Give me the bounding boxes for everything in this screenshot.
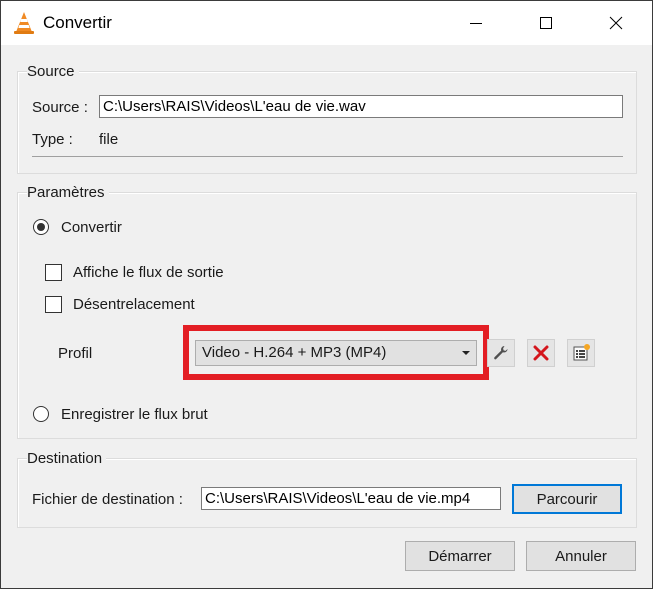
convert-radio-label[interactable]: Convertir: [61, 219, 122, 236]
destination-group-title: Destination: [27, 450, 107, 467]
source-group: [17, 71, 637, 174]
dropdown-arrow-icon: [462, 351, 470, 355]
window-title: Convertir: [43, 13, 112, 32]
source-input[interactable]: [99, 95, 623, 118]
show-output-checkbox[interactable]: [45, 264, 62, 281]
source-separator: [32, 156, 623, 157]
source-group-title: Source: [27, 63, 79, 80]
start-button[interactable]: Démarrer: [405, 541, 515, 571]
delete-profile-button[interactable]: [527, 339, 555, 367]
deinterlace-checkbox[interactable]: [45, 296, 62, 313]
maximize-button[interactable]: [523, 1, 569, 45]
vlc-cone-icon: [13, 11, 35, 35]
raw-dump-radio-label[interactable]: Enregistrer le flux brut: [61, 406, 208, 423]
red-x-icon: [533, 345, 549, 361]
destination-file-input[interactable]: [201, 487, 501, 510]
destination-file-label: Fichier de destination :: [32, 491, 183, 508]
minimize-icon: [470, 23, 482, 24]
maximize-icon: [540, 17, 552, 29]
title-bar: Convertir: [1, 1, 652, 45]
show-output-label[interactable]: Affiche le flux de sortie: [73, 264, 224, 281]
close-icon: [609, 16, 623, 30]
deinterlace-label[interactable]: Désentrelacement: [73, 296, 195, 313]
params-group-title: Paramètres: [27, 184, 109, 201]
type-value: file: [99, 131, 119, 148]
cancel-button[interactable]: Annuler: [526, 541, 636, 571]
minimize-button[interactable]: [453, 1, 499, 45]
profile-select-value: Video - H.264 + MP3 (MP4): [202, 344, 387, 361]
source-label: Source :: [32, 99, 88, 116]
raw-dump-radio[interactable]: [33, 406, 49, 422]
convert-radio[interactable]: [33, 219, 49, 235]
browse-button[interactable]: Parcourir: [512, 484, 622, 514]
close-button[interactable]: [593, 1, 639, 45]
new-profile-button[interactable]: [567, 339, 595, 367]
profile-label: Profil: [58, 345, 93, 362]
new-list-icon: [573, 344, 590, 361]
type-label: Type :: [32, 131, 73, 148]
edit-profile-button[interactable]: [487, 339, 515, 367]
convert-dialog: Convertir Source Source : Type : file Pa…: [0, 0, 653, 589]
profile-select[interactable]: Video - H.264 + MP3 (MP4): [195, 340, 477, 366]
wrench-icon: [494, 346, 508, 360]
